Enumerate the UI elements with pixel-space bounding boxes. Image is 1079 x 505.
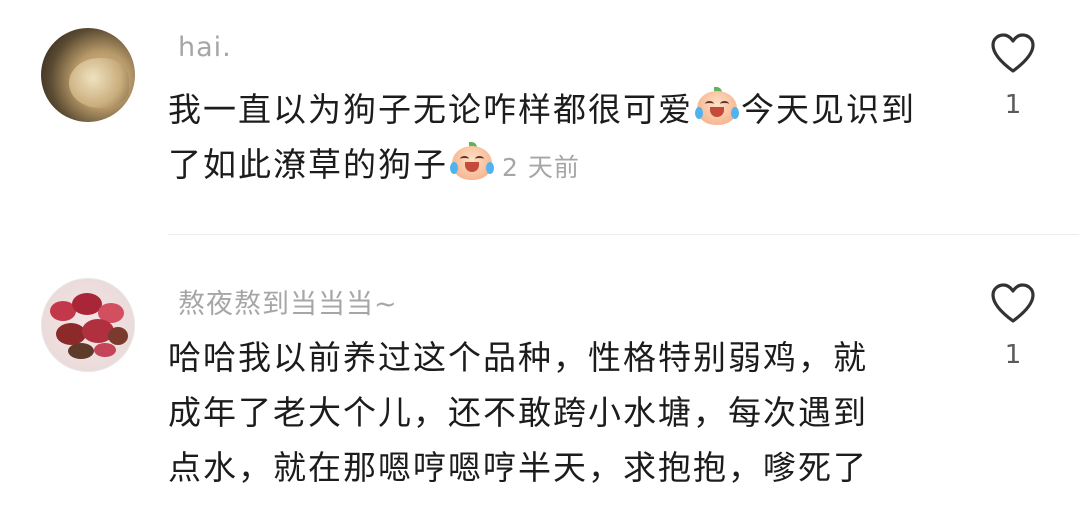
laugh-cry-emoji-icon — [695, 87, 739, 127]
like-button[interactable]: 1 — [988, 32, 1038, 120]
username[interactable]: 熬夜熬到当当当~ — [178, 282, 398, 321]
heart-icon — [991, 33, 1035, 73]
comment-text-line: 哈哈我以前养过这个品种，性格特别弱鸡，就 — [168, 338, 868, 377]
comment-text: 我一直以为狗子无论咋样都很可爱 今天见识到了如此潦草的狗子 2 天前 — [168, 82, 948, 195]
heart-icon — [991, 283, 1035, 323]
like-count: 1 — [1004, 340, 1022, 370]
comment-text-line: 点水，就在那嗯哼嗯哼半天，求抱抱，嗲死了 — [168, 448, 868, 487]
comment-text-line: 成年了老大个儿，还不敢跨小水塘，每次遇到 — [168, 393, 868, 432]
laugh-cry-emoji-icon — [450, 142, 494, 182]
avatar[interactable] — [41, 278, 135, 372]
comment-timestamp: 2 天前 — [502, 153, 580, 182]
comment-text: 哈哈我以前养过这个品种，性格特别弱鸡，就 成年了老大个儿，还不敢跨小水塘，每次遇… — [168, 330, 948, 495]
comment-text-part: 我一直以为狗子无论咋样都很可爱 — [168, 90, 693, 129]
username[interactable]: hai. — [178, 32, 232, 63]
like-count: 1 — [1004, 90, 1022, 120]
divider — [168, 234, 1079, 235]
like-button[interactable]: 1 — [988, 282, 1038, 370]
avatar[interactable] — [41, 28, 135, 122]
